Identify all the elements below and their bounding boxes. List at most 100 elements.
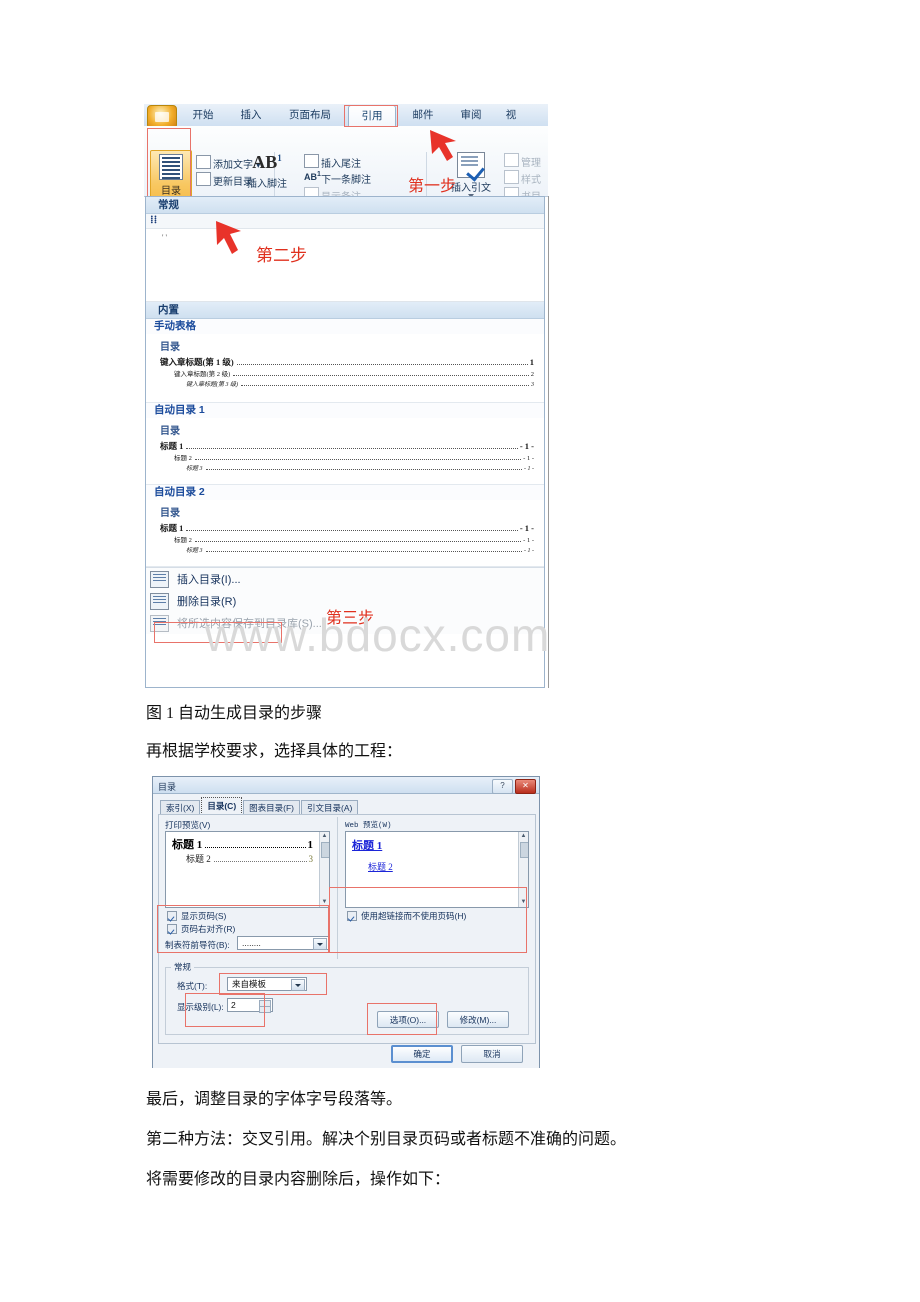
style-item[interactable]: 样式 (521, 171, 541, 186)
menu-item-label: 插入目录(I)... (177, 574, 241, 586)
watermark: www.bdocx.com (205, 609, 551, 661)
update-toc-icon (196, 172, 211, 186)
add-text-icon (196, 155, 211, 169)
toc-icon (159, 154, 183, 180)
gallery-category-general: 常规 (146, 197, 544, 214)
toc-button-label: 目录 (161, 186, 181, 197)
document-page: 开始 插入 页面布局 引用 邮件 审阅 视 目录 添加文字 ▾ 更新目录 AB1… (0, 0, 920, 1302)
dialog-tab-toc[interactable]: 目录(C) (201, 797, 243, 815)
preview-toc-line: 标题 3- 1 - (186, 466, 534, 472)
close-button[interactable]: ✕ (515, 779, 536, 794)
ribbon-tab-layout[interactable]: 页面布局 (282, 106, 338, 125)
spinner-down-icon[interactable] (259, 1006, 271, 1013)
dialog-title-bar: 目录 ? ✕ (153, 777, 539, 794)
options-button[interactable]: 选项(O)... (377, 1011, 439, 1028)
scroll-thumb[interactable] (520, 842, 528, 858)
gallery-entry-preview[interactable]: 目录 键入章标题(第 1 级) 1 键入章标题(第 2 级) 2 键入章标题(第 3… (146, 334, 544, 403)
gallery-entry-preview[interactable]: 目录 标题 1- 1 - 标题 2- 1 - 标题 3- 1 - (146, 418, 544, 485)
chevron-down-icon[interactable] (313, 938, 327, 950)
gallery-category-builtin: 内置 (146, 302, 544, 319)
preview-toc-line: 标题 1- 1 - (160, 441, 534, 451)
annotation-step1: 第一步 (408, 178, 457, 195)
word-ribbon: 开始 插入 页面布局 引用 邮件 审阅 视 目录 添加文字 ▾ 更新目录 AB1… (144, 104, 548, 214)
web-preview-box[interactable]: 标题 1 标题 2 ▲ ▼ (345, 831, 529, 908)
chevron-down-icon[interactable] (291, 979, 305, 991)
tab-leader-value: ........ (242, 938, 261, 948)
menu-item-insert-toc[interactable]: 插入目录(I)... (146, 568, 544, 590)
scroll-up-icon[interactable]: ▲ (321, 833, 328, 840)
dialog-tab-index[interactable]: 索引(X) (160, 800, 201, 815)
dialog-title: 目录 (158, 782, 177, 792)
insert-toc-icon (150, 570, 169, 588)
style-icon (504, 170, 519, 184)
print-preview-line: 标题 11 (172, 839, 313, 851)
web-preview-label: Web 预览(W) (345, 822, 392, 830)
dialog-window-buttons: ? ✕ (492, 779, 536, 794)
tab-leader-combo[interactable]: ........ (237, 936, 329, 950)
print-preview-line: 标题 23 (186, 854, 313, 864)
checkbox-right-align-page-numbers[interactable]: 页码右对齐(R) (167, 923, 235, 935)
ribbon-tab-view[interactable]: 视 (502, 106, 520, 125)
checkbox-label: 显示页码(S) (181, 911, 227, 921)
insert-endnote-icon (304, 154, 319, 168)
ribbon-body: 目录 添加文字 ▾ 更新目录 AB1 插入脚注 插入尾注 AB1 下一条脚注 插… (144, 126, 548, 214)
next-footnote-item[interactable]: 下一条脚注 (321, 171, 371, 186)
insert-footnote-label: 插入脚注 (247, 179, 287, 190)
dialog-tab-table-of-authorities[interactable]: 引文目录(A) (301, 800, 359, 815)
scroll-up-icon[interactable]: ▲ (520, 833, 527, 840)
scroll-thumb[interactable] (321, 842, 329, 858)
dialog-body: 索引(X) 目录(C) 图表目录(F) 引文目录(A) 打印预览(V) 标题 1… (153, 795, 539, 1068)
insert-footnote-button[interactable]: AB1 插入脚注 (236, 152, 298, 190)
help-button[interactable]: ? (492, 779, 513, 794)
preview-title: 目录 (160, 426, 180, 437)
preview-title: 目录 (160, 508, 180, 519)
gallery-entry-name: 手动表格 (146, 319, 544, 334)
dialog-tab-row: 索引(X) 目录(C) 图表目录(F) 引文目录(A) (160, 797, 359, 815)
gallery-entry-name: 自动目录 1 (146, 403, 544, 418)
panel-divider (337, 817, 338, 959)
scroll-down-icon[interactable]: ▼ (520, 899, 527, 906)
general-group-label: 常规 (171, 961, 195, 973)
figure-word-ribbon-screenshot: 开始 插入 页面布局 引用 邮件 审阅 视 目录 添加文字 ▾ 更新目录 AB1… (144, 104, 548, 690)
gallery-general-preview[interactable]: ' ' (146, 229, 544, 302)
checkbox-use-hyperlinks[interactable]: 使用超链接而不使用页码(H) (347, 910, 466, 922)
dialog-panel: 打印预览(V) 标题 11 标题 23 ▲ ▼ Web 预览(W) 标题 1 标… (158, 814, 536, 1044)
print-preview-box[interactable]: 标题 11 标题 23 ▲ ▼ (165, 831, 330, 908)
preview-title: 目录 (160, 342, 180, 353)
paragraph-1: 再根据学校要求，选择具体的工程： (146, 743, 403, 760)
web-preview-line: 标题 1 (352, 840, 383, 852)
preview-toc-line: 标题 2- 1 - (174, 455, 534, 462)
show-levels-value: 2 (231, 1000, 236, 1010)
cancel-button[interactable]: 取消 (461, 1045, 523, 1063)
gallery-entry-preview[interactable]: 目录 标题 1- 1 - 标题 2- 1 - 标题 3- 1 - (146, 500, 544, 567)
paragraph-3: 第二种方法：交叉引用。解决个别目录页码或者标题不准确的问题。 (146, 1131, 627, 1148)
insert-endnote-item[interactable]: 插入尾注 (321, 155, 361, 170)
web-preview-scrollbar[interactable]: ▲ ▼ (518, 832, 528, 907)
ribbon-tab-insert[interactable]: 插入 (234, 106, 268, 125)
ribbon-tab-references[interactable]: 引用 (348, 105, 396, 127)
menu-item-label: 删除目录(R) (177, 596, 237, 608)
preview-toc-line: 键入章标题(第 2 级) 2 (174, 371, 534, 378)
checkbox-box (167, 911, 177, 921)
ribbon-tab-start[interactable]: 开始 (186, 106, 220, 125)
ribbon-tab-review[interactable]: 审阅 (454, 106, 488, 125)
modify-button[interactable]: 修改(M)... (447, 1011, 509, 1028)
manage-sources-item[interactable]: 管理 (521, 154, 541, 169)
dialog-tab-table-of-figures[interactable]: 图表目录(F) (243, 800, 301, 815)
checkbox-show-page-numbers[interactable]: 显示页码(S) (167, 910, 226, 922)
format-combo[interactable]: 来自模板 (227, 977, 307, 991)
gallery-entry-name: 自动目录 2 (146, 485, 544, 500)
arrow-step2-icon (216, 221, 241, 254)
save-selection-icon (150, 614, 169, 632)
figure-toc-dialog-screenshot: 目录 ? ✕ 索引(X) 目录(C) 图表目录(F) 引文目录(A) 打印预览(… (152, 776, 540, 1068)
print-preview-scrollbar[interactable]: ▲ ▼ (319, 832, 329, 907)
ok-button[interactable]: 确定 (391, 1045, 453, 1063)
print-preview-label: 打印预览(V) (165, 820, 211, 830)
gallery-current-row[interactable]: ⁞⁞ (146, 214, 544, 229)
preview-toc-line: 标题 2- 1 - (174, 537, 534, 544)
ribbon-tab-mailings[interactable]: 邮件 (406, 106, 440, 125)
checkbox-label: 使用超链接而不使用页码(H) (361, 911, 467, 921)
checkbox-box (347, 911, 357, 921)
show-levels-spinner[interactable]: 2 (227, 998, 273, 1013)
scroll-down-icon[interactable]: ▼ (321, 899, 328, 906)
